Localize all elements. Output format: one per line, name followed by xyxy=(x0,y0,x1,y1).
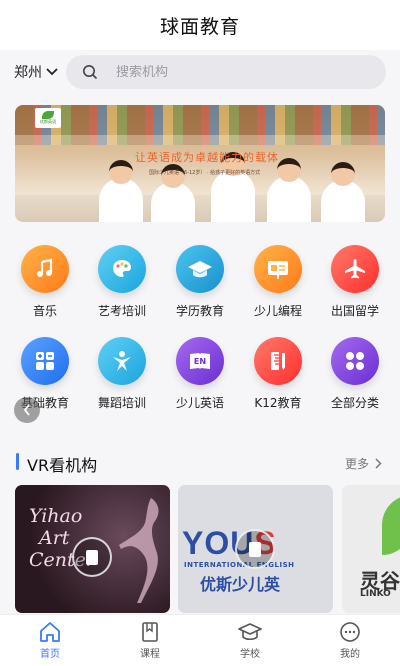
section-accent-bar xyxy=(16,453,19,470)
more-label: 更多 xyxy=(344,457,369,471)
music-note-icon xyxy=(21,245,69,293)
card-en-name: LINKO xyxy=(360,589,391,599)
category-label: 全部分类 xyxy=(330,396,379,410)
search-box[interactable] xyxy=(66,55,386,89)
banner-child xyxy=(321,162,365,222)
category-kids-coding[interactable]: 少儿编程 xyxy=(238,245,318,319)
category-dance[interactable]: 舞蹈培训 xyxy=(82,337,162,411)
category-art-exam[interactable]: 艺考培训 xyxy=(82,245,162,319)
page-title: 球面教育 xyxy=(159,15,240,38)
category-study-abroad[interactable]: 出国留学 xyxy=(315,245,395,319)
card-logo-leaf xyxy=(382,495,400,555)
promo-banner[interactable]: 优斯英语 让英语成为卓越能力的载体 国际少儿英语（6-12岁） · 给孩子更好的… xyxy=(15,105,385,222)
banner-subtitle: 国际少儿英语（6-12岁） · 给孩子更好的英语方式 xyxy=(149,170,261,176)
svg-text:EN: EN xyxy=(194,357,206,366)
banner-logo-text: 优斯英语 xyxy=(40,119,56,124)
card-cn-name: 优斯少儿英 xyxy=(200,575,281,594)
airplane-icon xyxy=(331,245,379,293)
category-academic[interactable]: 学历教育 xyxy=(160,245,240,319)
tab-label: 学校 xyxy=(240,649,260,660)
palette-icon xyxy=(98,245,146,293)
calculator-icon xyxy=(21,337,69,385)
category-kids-english[interactable]: EN 少儿英语 xyxy=(160,337,240,411)
dancer-icon xyxy=(98,337,146,385)
category-label: 艺考培训 xyxy=(97,304,146,318)
chevron-left-icon xyxy=(23,404,30,416)
home-icon xyxy=(40,622,60,642)
more-link[interactable]: 更多 xyxy=(345,455,382,472)
vr-card[interactable]: Yihao Art Center xyxy=(15,485,170,613)
banner-child xyxy=(151,164,195,222)
tab-courses[interactable]: 课程 xyxy=(100,615,200,666)
search-icon xyxy=(83,65,98,80)
chevron-down-icon xyxy=(46,68,58,76)
category-label: 少儿英语 xyxy=(175,396,224,410)
profile-icon xyxy=(340,622,360,642)
category-all[interactable]: 全部分类 xyxy=(315,337,395,411)
graduation-cap-icon xyxy=(176,245,224,293)
category-label: 舞蹈培训 xyxy=(97,396,146,410)
category-label: K12教育 xyxy=(254,396,302,410)
banner-child xyxy=(211,152,255,222)
banner-child xyxy=(267,158,311,222)
app-header: 球面教育 xyxy=(0,0,400,50)
city-label: 郑州 xyxy=(14,65,42,81)
dancer-silhouette xyxy=(119,498,159,603)
tab-label: 课程 xyxy=(140,649,160,660)
tab-schools[interactable]: 学校 xyxy=(200,615,300,666)
tab-label: 我的 xyxy=(340,649,360,660)
bottom-tab-bar: 首页 课程 学校 我的 xyxy=(0,614,400,666)
play-button[interactable] xyxy=(235,529,275,569)
ruler-pencil-icon xyxy=(254,337,302,385)
category-label: 音乐 xyxy=(32,304,57,318)
search-input[interactable] xyxy=(116,64,356,80)
grid-icon xyxy=(331,337,379,385)
banner-child xyxy=(99,160,143,222)
city-selector[interactable]: 郑州 xyxy=(14,62,58,82)
play-button[interactable] xyxy=(72,537,112,577)
section-title: VR看机构 xyxy=(27,456,98,475)
category-label: 出国留学 xyxy=(330,304,379,318)
banner-logo: 优斯英语 xyxy=(35,108,61,128)
tab-home[interactable]: 首页 xyxy=(0,615,100,666)
vr-card[interactable]: YOUS INTERNATIONAL ENGLISH 优斯少儿英 xyxy=(178,485,333,613)
category-k12[interactable]: K12教育 xyxy=(238,337,318,411)
coding-board-icon xyxy=(254,245,302,293)
en-book-icon: EN xyxy=(176,337,224,385)
category-label: 学历教育 xyxy=(175,304,224,318)
tab-label: 首页 xyxy=(40,649,60,660)
vr-section-header: VR看机构 更多 xyxy=(0,447,400,477)
category-label: 少儿编程 xyxy=(253,304,302,318)
carousel-prev-button[interactable] xyxy=(14,397,40,423)
book-icon xyxy=(142,622,158,642)
tab-profile[interactable]: 我的 xyxy=(300,615,400,666)
search-row: 郑州 xyxy=(0,50,400,96)
vr-card[interactable]: 灵谷 LINKO xyxy=(342,485,400,613)
vr-card-carousel: Yihao Art Center YOUS INTERNATIONAL ENGL… xyxy=(15,485,400,613)
school-cap-icon xyxy=(238,623,262,641)
banner-slogan: 让英语成为卓越能力的载体 xyxy=(135,151,279,164)
chevron-right-icon xyxy=(375,458,382,469)
category-music[interactable]: 音乐 xyxy=(5,245,85,319)
